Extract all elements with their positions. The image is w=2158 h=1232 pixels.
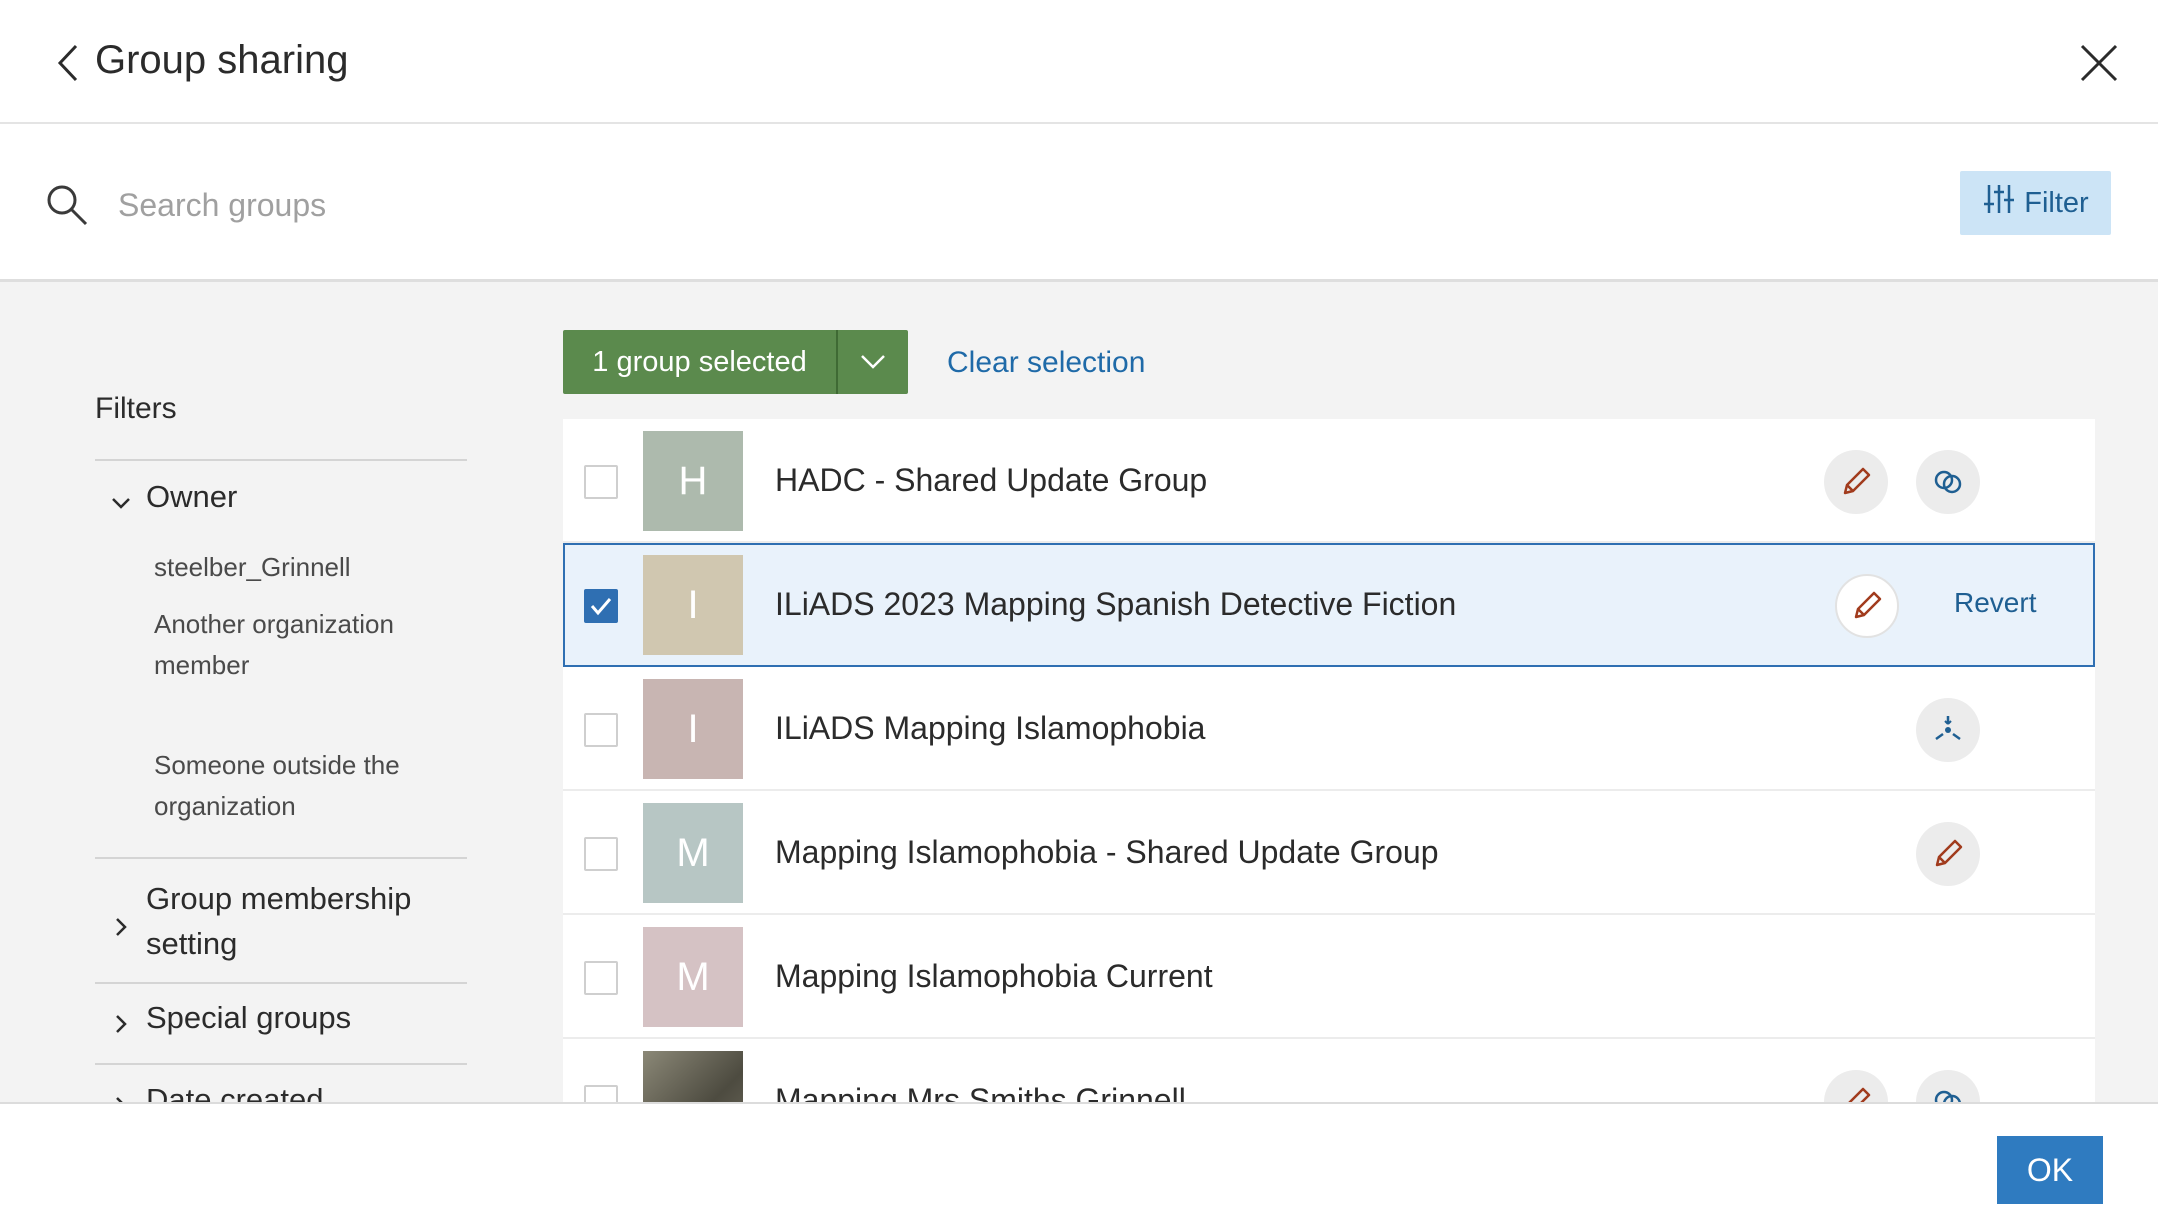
group-name: Mapping Mrs Smiths Grinnell (775, 1082, 1186, 1102)
sliders-icon (1982, 182, 2016, 224)
filter-section-label: Owner (146, 479, 238, 514)
pencil-icon[interactable] (1824, 1070, 1888, 1102)
selection-label[interactable]: 1 group selected (563, 330, 838, 394)
pencil-icon[interactable] (1835, 574, 1899, 638)
filters-title: Filters (95, 392, 177, 425)
divider (95, 1063, 467, 1065)
pencil-icon[interactable] (1824, 450, 1888, 514)
selection-split-button: 1 group selected (563, 330, 908, 394)
group-row[interactable]: Mapping Mrs Smiths Grinnell (563, 1039, 2095, 1102)
content-area: Filters Owner steelber_Grinnell Another … (0, 282, 2158, 1102)
partnered-icon[interactable] (1916, 698, 1980, 762)
owner-option[interactable]: Another organization member (154, 604, 404, 686)
search-bar: Filter (0, 124, 2158, 282)
group-row[interactable]: M Mapping Islamophobia Current (563, 915, 2095, 1039)
chevron-down-icon (110, 486, 132, 509)
divider (95, 982, 467, 984)
filter-section-label: Special groups (146, 1000, 352, 1035)
group-checkbox[interactable] (584, 589, 618, 623)
close-icon[interactable] (2076, 40, 2122, 86)
search-input[interactable] (118, 176, 1818, 234)
group-list: H HADC - Shared Update Group I ILiADS 20… (563, 419, 2095, 1102)
group-checkbox[interactable] (584, 961, 618, 995)
filter-section-date-created[interactable]: Date created (110, 1082, 324, 1102)
group-row[interactable]: I ILiADS 2023 Mapping Spanish Detective … (563, 543, 2095, 667)
group-name: Mapping Islamophobia Current (775, 958, 1213, 994)
pencil-icon[interactable] (1916, 822, 1980, 886)
group-name: ILiADS 2023 Mapping Spanish Detective Fi… (775, 586, 1457, 622)
back-icon[interactable] (52, 40, 88, 86)
filter-section-special-groups[interactable]: Special groups (110, 1000, 351, 1036)
chevron-right-icon (110, 1089, 132, 1102)
group-thumbnail: M (643, 803, 743, 903)
page-title: Group sharing (95, 38, 349, 82)
group-checkbox[interactable] (584, 465, 618, 499)
group-thumbnail-photo (643, 1051, 743, 1102)
group-name: Mapping Islamophobia - Shared Update Gro… (775, 834, 1439, 870)
search-icon (44, 182, 90, 228)
group-name: HADC - Shared Update Group (775, 462, 1208, 498)
link-icon[interactable] (1916, 450, 1980, 514)
filter-section-group-membership[interactable]: Group membership setting (110, 876, 446, 966)
link-icon[interactable] (1916, 1070, 1980, 1102)
filter-section-owner[interactable]: Owner (110, 479, 237, 515)
revert-link[interactable]: Revert (1954, 587, 2036, 619)
group-thumbnail: M (643, 927, 743, 1027)
group-row[interactable]: I ILiADS Mapping Islamophobia (563, 667, 2095, 791)
filter-section-label: Group membership setting (146, 881, 412, 961)
group-row[interactable]: H HADC - Shared Update Group (563, 419, 2095, 543)
group-checkbox[interactable] (584, 1085, 618, 1102)
dialog-header: Group sharing (0, 0, 2158, 124)
divider (95, 857, 467, 859)
checkmark-icon (590, 598, 612, 616)
divider (95, 459, 467, 461)
group-checkbox[interactable] (584, 837, 618, 871)
group-checkbox[interactable] (584, 713, 618, 747)
filter-button[interactable]: Filter (1960, 171, 2111, 235)
owner-option[interactable]: Someone outside the organization (154, 745, 404, 827)
group-row[interactable]: M Mapping Islamophobia - Shared Update G… (563, 791, 2095, 915)
filter-button-label: Filter (2024, 186, 2089, 219)
group-thumbnail: I (643, 679, 743, 779)
chevron-right-icon (110, 1007, 132, 1033)
clear-selection-link[interactable]: Clear selection (947, 346, 1145, 380)
chevron-down-icon[interactable] (838, 330, 908, 394)
chevron-right-icon (110, 910, 132, 936)
group-name: ILiADS Mapping Islamophobia (775, 710, 1206, 746)
ok-button[interactable]: OK (1997, 1136, 2103, 1204)
group-thumbnail: I (643, 555, 743, 655)
dialog-footer: OK (0, 1102, 2158, 1232)
owner-option[interactable]: steelber_Grinnell (154, 547, 404, 588)
filter-section-label: Date created (146, 1082, 324, 1102)
group-thumbnail: H (643, 431, 743, 531)
